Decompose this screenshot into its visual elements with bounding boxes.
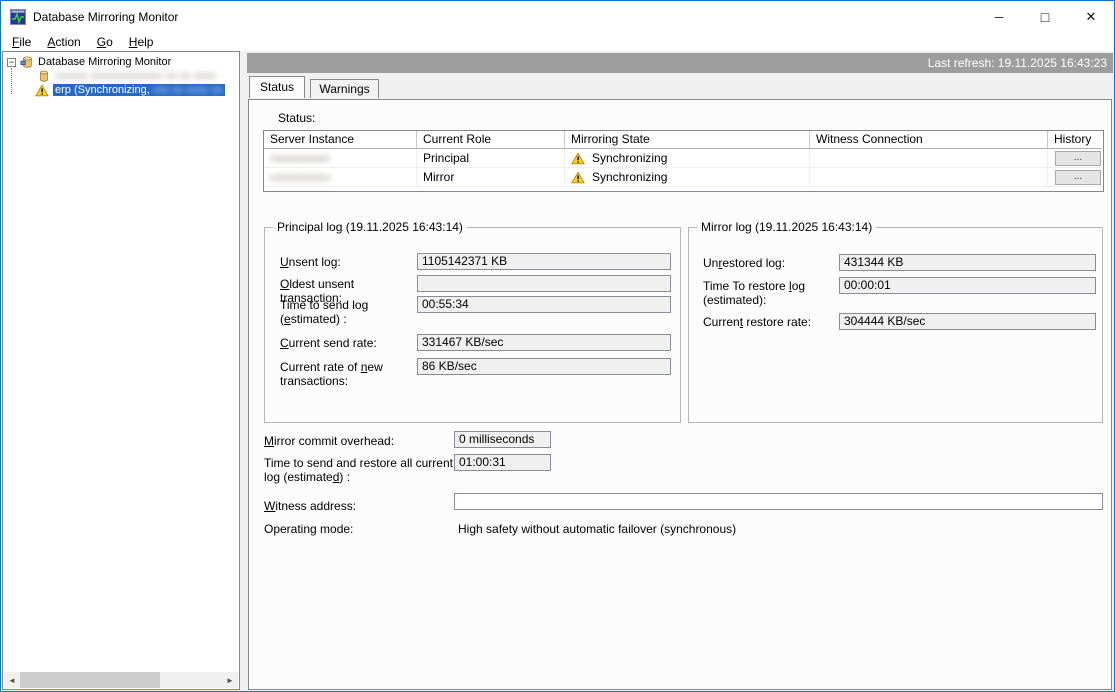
- time-to-send-field: 00:55:34: [417, 296, 671, 313]
- oldest-unsent-field: [417, 275, 671, 292]
- tree-root-database-mirroring-monitor[interactable]: − Database Mirroring Monitor: [3, 55, 239, 69]
- menu-help[interactable]: Help: [121, 33, 162, 51]
- tab-warnings[interactable]: Warnings: [310, 79, 379, 98]
- principal-log-group: Principal log (19.11.2025 16:43:14) Unse…: [264, 220, 681, 423]
- scrollbar-track[interactable]: [20, 672, 222, 688]
- unsent-log-field: 1105142371 KB: [417, 253, 671, 270]
- time-to-restore-field: 00:00:01: [839, 277, 1096, 294]
- minimize-icon: ─: [994, 9, 1004, 24]
- mirror-commit-overhead-label: Mirror commit overhead:: [264, 434, 395, 448]
- new-transactions-rate-label: Current rate of new transactions:: [280, 360, 383, 388]
- status-table-header: Server Instance Current Role Mirroring S…: [264, 131, 1103, 149]
- tree-root-label: Database Mirroring Monitor: [38, 56, 172, 68]
- menu-action[interactable]: Action: [39, 33, 88, 51]
- database-icon: [40, 70, 48, 82]
- tree-item-synchronized-db[interactable]: xxxxxx xxxxxxxxxxxxx xx xx xxxx: [3, 69, 239, 83]
- server-instance-cell: xxxxxxxxxx: [264, 168, 417, 187]
- main-area: − Database Mirroring Monitor xxxxxx xxxx…: [1, 51, 1114, 691]
- menu-go[interactable]: Go: [89, 33, 121, 51]
- column-history[interactable]: History: [1048, 131, 1102, 149]
- tree-item-label-selected: erp (Synchronizing, xxx xx xxxx xx: [53, 84, 225, 96]
- status-table: Server Instance Current Role Mirroring S…: [263, 130, 1104, 192]
- mirroring-tree: − Database Mirroring Monitor xxxxxx xxxx…: [3, 52, 239, 97]
- column-mirroring-state[interactable]: Mirroring State: [565, 131, 810, 149]
- time-to-send-label: Time to send log (estimated) :: [280, 298, 369, 326]
- column-current-role[interactable]: Current Role: [417, 131, 565, 149]
- tree-item-label-redacted: xxxxxx xxxxxxxxxxxxx xx xx xxxx: [55, 70, 216, 82]
- scroll-left-button[interactable]: ◄: [4, 672, 20, 688]
- column-witness-connection[interactable]: Witness Connection: [810, 131, 1048, 149]
- window-title: Database Mirroring Monitor: [33, 9, 179, 24]
- maximize-button[interactable]: □: [1022, 1, 1068, 32]
- witness-connection-cell: [810, 168, 1048, 187]
- tree-collapse-icon[interactable]: −: [7, 57, 16, 67]
- principal-log-title: Principal log (19.11.2025 16:43:14): [273, 220, 467, 234]
- mirroring-state-cell: Synchronizing: [565, 149, 810, 168]
- menu-bar: File Action Go Help: [1, 32, 1114, 51]
- witness-address-field[interactable]: [454, 493, 1103, 510]
- current-send-rate-label: Current send rate:: [280, 336, 377, 350]
- tree-item-erp-synchronizing[interactable]: erp (Synchronizing, xxx xx xxxx xx: [3, 83, 239, 97]
- tree-panel: − Database Mirroring Monitor xxxxxx xxxx…: [2, 51, 240, 690]
- unrestored-log-label: Unrestored log:: [703, 256, 786, 270]
- table-row-mirror[interactable]: xxxxxxxxxx Mirror Synchronizing ...: [264, 168, 1103, 187]
- current-restore-rate-field: 304444 KB/sec: [839, 313, 1096, 330]
- tree-guide-line: [11, 68, 12, 94]
- mirror-log-title: Mirror log (19.11.2025 16:43:14): [697, 220, 877, 234]
- unrestored-log-field: 431344 KB: [839, 254, 1096, 271]
- current-restore-rate-label: Current restore rate:: [703, 315, 812, 329]
- menu-file[interactable]: File: [4, 33, 39, 51]
- unsent-log-label: Unsent log:: [280, 255, 341, 269]
- mirroring-state-cell: Synchronizing: [565, 168, 810, 187]
- time-total-label: Time to send and restore all current log…: [264, 456, 453, 484]
- operating-mode-value: High safety without automatic failover (…: [458, 522, 737, 536]
- history-cell: ...: [1048, 149, 1102, 168]
- witness-address-label: Witness address:: [264, 499, 357, 513]
- time-total-field: 01:00:31: [454, 454, 551, 471]
- mirror-commit-overhead-field: 0 milliseconds: [454, 431, 551, 448]
- maximize-icon: □: [1040, 8, 1050, 25]
- table-row-principal[interactable]: xxxxxxxxxx Principal Synchronizing ...: [264, 149, 1103, 168]
- warning-icon: [571, 170, 585, 183]
- witness-connection-cell: [810, 149, 1048, 168]
- database-monitor-icon: [20, 56, 32, 68]
- tab-status[interactable]: Status: [249, 76, 306, 98]
- warning-icon: [35, 83, 49, 96]
- close-button[interactable]: ✕: [1068, 1, 1114, 32]
- scroll-left-icon: ◄: [8, 675, 16, 685]
- scroll-right-button[interactable]: ►: [222, 672, 238, 688]
- close-icon: ✕: [1085, 8, 1097, 24]
- app-window: Database Mirroring Monitor ─ □ ✕ File Ac…: [0, 0, 1115, 692]
- last-refresh-text: Last refresh: 19.11.2025 16:43:23: [927, 56, 1107, 70]
- current-role-cell: Principal: [417, 149, 565, 168]
- current-role-cell: Mirror: [417, 168, 565, 187]
- history-button[interactable]: ...: [1055, 169, 1101, 185]
- history-cell: ...: [1048, 168, 1102, 187]
- tab-strip: Status Warnings: [247, 76, 1113, 99]
- history-button[interactable]: ...: [1055, 150, 1101, 166]
- current-send-rate-field: 331467 KB/sec: [417, 334, 671, 351]
- scrollbar-thumb[interactable]: [20, 672, 160, 688]
- minimize-button[interactable]: ─: [976, 1, 1022, 32]
- operating-mode-label: Operating mode:: [264, 522, 354, 536]
- app-icon: [10, 8, 26, 25]
- last-refresh-bar: Last refresh: 19.11.2025 16:43:23: [247, 53, 1113, 73]
- title-bar: Database Mirroring Monitor ─ □ ✕: [1, 1, 1114, 32]
- detail-panel: Last refresh: 19.11.2025 16:43:23 Status…: [247, 53, 1113, 690]
- column-server-instance[interactable]: Server Instance: [264, 131, 417, 149]
- window-controls: ─ □ ✕: [976, 1, 1114, 32]
- tree-horizontal-scrollbar[interactable]: ◄ ►: [4, 672, 238, 688]
- scroll-right-icon: ►: [226, 675, 234, 685]
- warning-icon: [571, 151, 585, 164]
- status-section-label: Status:: [278, 111, 316, 125]
- mirror-log-group: Mirror log (19.11.2025 16:43:14) Unresto…: [688, 220, 1103, 423]
- time-to-restore-label: Time To restore log (estimated):: [703, 279, 806, 307]
- status-tab-page: Status: Server Instance Current Role Mir…: [248, 99, 1112, 690]
- server-instance-cell: xxxxxxxxxx: [264, 149, 417, 168]
- new-transactions-rate-field: 86 KB/sec: [417, 358, 671, 375]
